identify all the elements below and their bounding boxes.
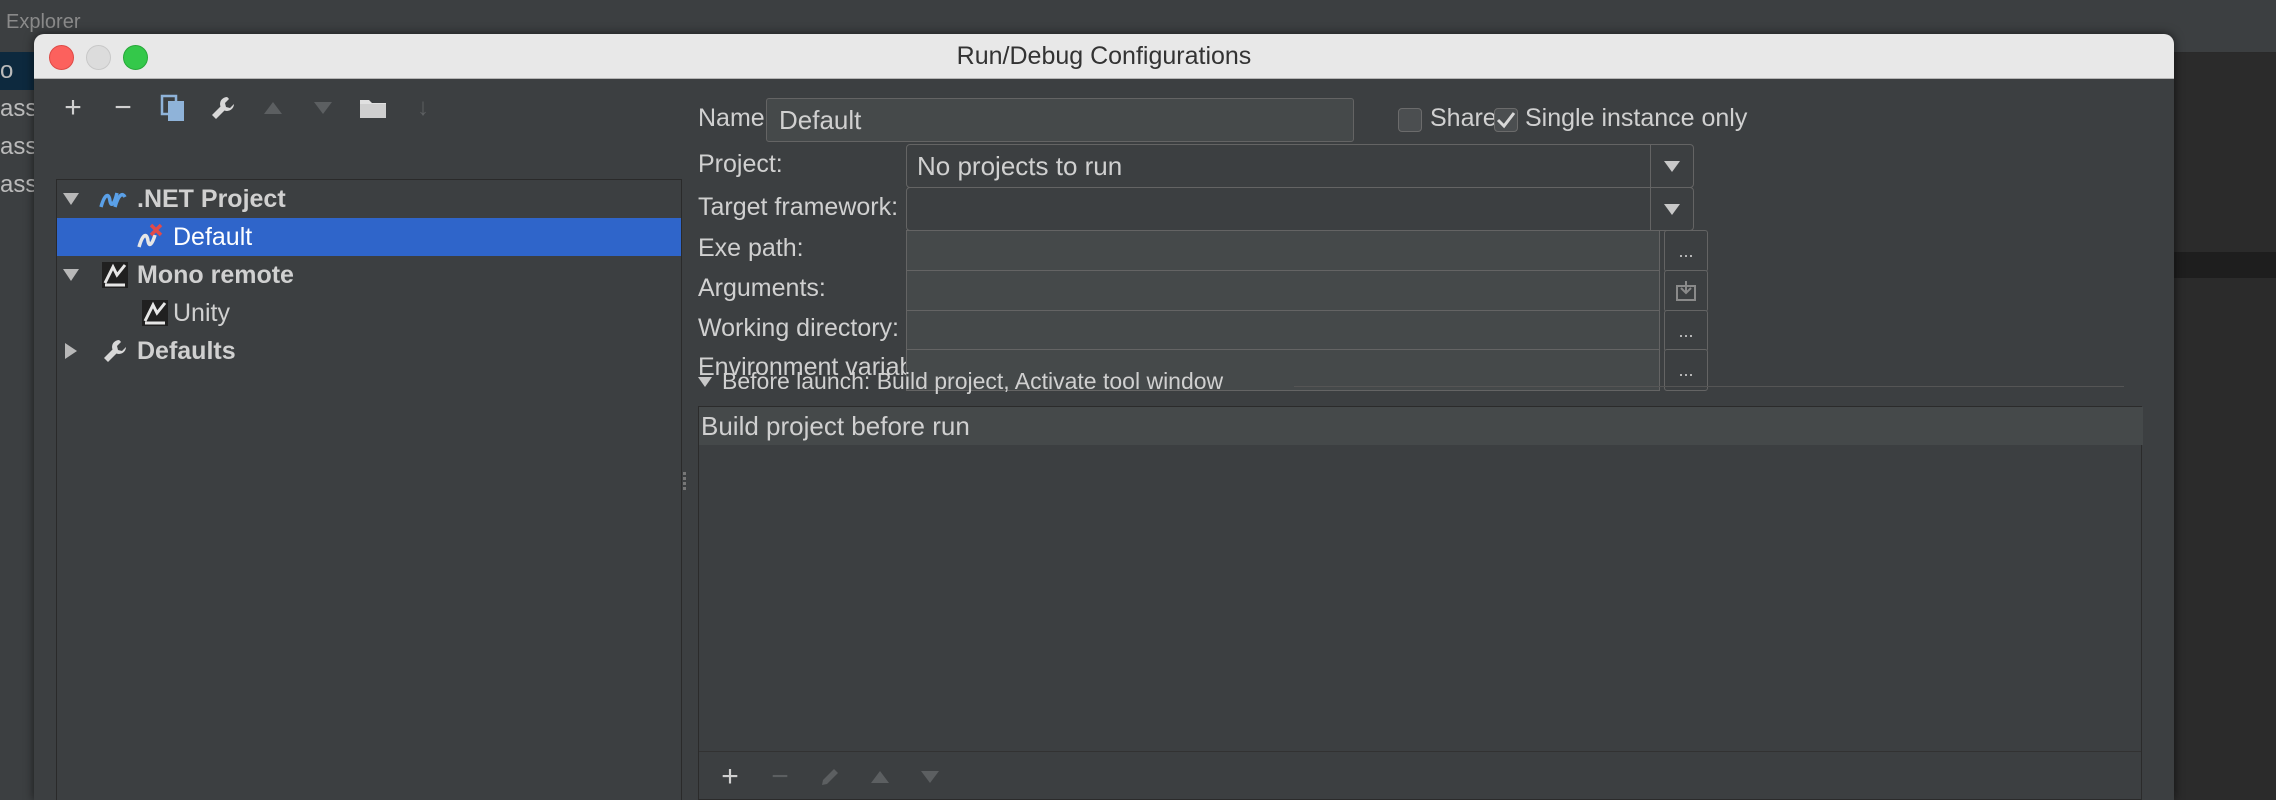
triangle-up-icon [264,102,282,114]
tree-label: Default [173,222,253,251]
tree-group-defaults[interactable]: Defaults [57,332,681,370]
exe-path-input[interactable] [906,230,1660,272]
configurations-toolbar: + − ↓ [48,88,448,128]
pencil-icon [822,768,838,785]
editor-current-line [2174,252,2276,278]
tree-group-mono-remote[interactable]: Mono remote [57,256,681,294]
triangle-down-icon [314,102,332,114]
plus-icon: + [721,759,739,793]
dropdown-arrow-icon[interactable] [1650,145,1693,187]
minus-icon: − [114,91,132,124]
ide-left-item[interactable]: o [0,52,34,90]
project-select[interactable]: No projects to run [906,144,1694,188]
copy-configuration-button[interactable] [148,88,198,128]
project-value: No projects to run [917,150,1123,181]
add-task-button[interactable]: + [705,757,755,797]
share-checkbox[interactable] [1398,108,1422,132]
move-up-button[interactable] [248,88,298,128]
target-framework-select[interactable] [906,187,1694,231]
list-item[interactable]: Build project before run [699,407,2143,445]
sort-button[interactable]: ↓ [398,88,448,128]
working-directory-browse-button[interactable]: ... [1664,310,1708,352]
exe-path-browse-button[interactable]: ... [1664,230,1708,272]
move-task-down-button[interactable] [905,757,955,797]
move-down-button[interactable] [298,88,348,128]
exe-path-label: Exe path: [698,234,804,262]
name-input[interactable]: Default [766,98,1354,142]
configurations-panel: + − ↓ .NET Project Default Mono remote U… [34,78,682,800]
edit-defaults-button[interactable] [198,88,248,128]
triangle-down-icon [921,770,939,783]
copy-icon [160,94,184,121]
minus-icon: − [771,759,789,793]
ide-left-panel: o ass ass ass [0,52,34,800]
folder-icon [360,100,386,118]
before-launch-header: Before launch: Build project, Activate t… [722,368,1224,394]
ide-left-item[interactable]: ass [0,128,34,166]
checkmark-icon [1496,112,1516,129]
ellipsis-icon: ... [1678,240,1694,261]
before-launch-toolbar: + − [699,751,2141,800]
ide-left-item[interactable]: ass [0,166,34,204]
tree-label: Defaults [137,336,236,365]
wrench-icon [212,97,234,119]
run-debug-dialog: Run/Debug Configurations + − ↓ .NET Proj… [34,34,2174,800]
move-task-up-button[interactable] [855,757,905,797]
expand-arrow-icon[interactable] [63,193,79,205]
plus-icon: + [64,91,82,124]
insert-macro-icon [1676,281,1696,301]
expand-arrow-icon[interactable] [63,269,79,281]
ide-editor-area [2174,62,2276,800]
edit-task-button[interactable] [805,757,855,797]
create-folder-button[interactable] [348,88,398,128]
tree-label: .NET Project [137,184,286,213]
dropdown-arrow-icon[interactable] [1650,188,1693,230]
remove-configuration-button[interactable]: − [98,88,148,128]
wrench-icon [101,337,129,365]
environment-variables-browse-button[interactable]: ... [1664,349,1708,391]
single-instance-checkbox[interactable] [1494,108,1518,132]
dotnet-icon [99,185,127,213]
dialog-titlebar: Run/Debug Configurations [34,34,2174,79]
triangle-up-icon [871,770,889,783]
dialog-title: Run/Debug Configurations [956,42,1252,70]
name-value: Default [779,104,862,135]
ellipsis-icon: ... [1678,320,1694,341]
share-label: Share [1430,104,1497,132]
remove-task-button[interactable]: − [755,757,805,797]
single-instance-label: Single instance only [1525,104,1748,132]
before-launch-toggle[interactable]: Before launch: Build project, Activate t… [698,368,1223,395]
arguments-label: Arguments: [698,274,826,302]
ellipsis-icon: ... [1678,359,1694,380]
tree-group-dotnet-project[interactable]: .NET Project [57,180,681,218]
project-label: Project: [698,150,783,178]
mono-remote-icon [141,299,169,327]
collapse-arrow-icon[interactable] [65,343,77,359]
tree-label: Mono remote [137,260,294,289]
configurations-tree: .NET Project Default Mono remote Unity D… [56,179,682,800]
target-framework-label: Target framework: [698,193,899,221]
sort-icon: ↓ [417,94,429,121]
before-launch-list: Build project before run + − [698,406,2143,800]
arguments-expand-button[interactable] [1664,270,1708,312]
add-configuration-button[interactable]: + [48,88,98,128]
collapse-triangle-icon [698,376,712,387]
ide-left-item[interactable]: ass [0,90,34,128]
tree-label: Unity [173,298,230,327]
working-directory-label: Working directory: [698,314,899,342]
dotnet-config-error-icon [137,223,165,251]
mono-remote-icon [101,261,129,289]
working-directory-input[interactable] [906,310,1660,352]
tree-item-default[interactable]: Default [57,218,681,256]
tree-item-unity[interactable]: Unity [57,294,681,332]
section-divider [1294,386,2124,387]
arguments-input[interactable] [906,270,1660,312]
name-label: Name: [698,104,772,132]
explorer-tab[interactable]: Explorer [6,11,80,34]
